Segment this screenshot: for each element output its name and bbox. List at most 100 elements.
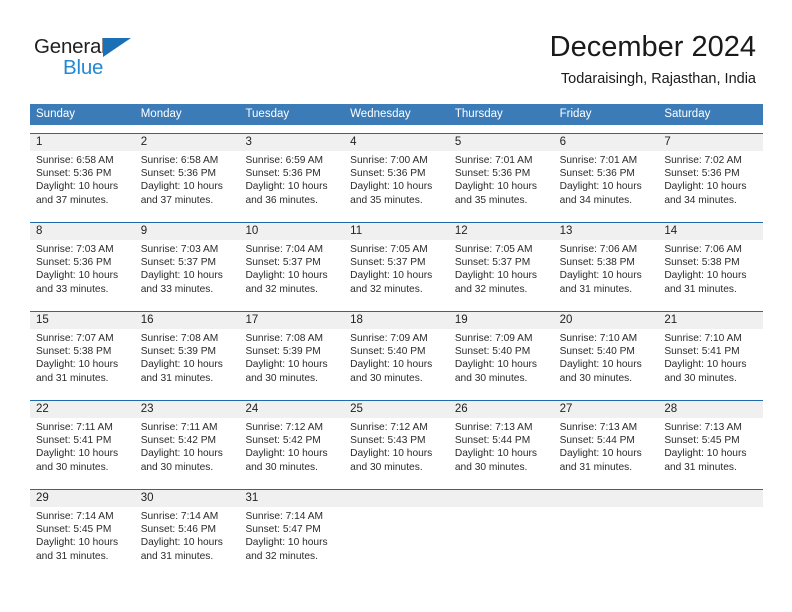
sunrise-text: Sunrise: 7:05 AM (454, 244, 533, 255)
sunrise-text: Sunrise: 7:12 AM (350, 422, 428, 433)
day-cell[interactable]: Sunrise: 7:10 AM Sunset: 5:41 PM Dayligh… (658, 329, 763, 392)
day-cell[interactable]: Sunrise: 7:11 AM Sunset: 5:41 PM Dayligh… (30, 418, 135, 481)
daylight-text-cont: and 31 minutes. (664, 461, 737, 473)
day-cell[interactable]: Sunrise: 7:14 AM Sunset: 5:46 PM Dayligh… (135, 507, 240, 570)
day-number[interactable]: 4 (344, 134, 449, 151)
day-number[interactable]: 8 (30, 223, 135, 240)
day-number[interactable]: 11 (344, 223, 449, 240)
day-cell-empty (658, 507, 763, 570)
sunset-text: Sunset: 5:41 PM (664, 346, 740, 358)
daylight-text-cont: and 30 minutes. (664, 372, 737, 384)
day-cell[interactable]: Sunrise: 6:58 AM Sunset: 5:36 PM Dayligh… (30, 151, 135, 214)
day-cell[interactable]: Sunrise: 7:11 AM Sunset: 5:42 PM Dayligh… (135, 418, 240, 481)
day-number[interactable]: 5 (449, 134, 554, 151)
day-cell[interactable]: Sunrise: 7:09 AM Sunset: 5:40 PM Dayligh… (344, 329, 449, 392)
sunset-text: Sunset: 5:37 PM (140, 257, 217, 269)
day-number[interactable]: 18 (344, 312, 449, 329)
day-number[interactable]: 20 (554, 312, 659, 329)
day-number[interactable]: 12 (449, 223, 554, 240)
general-blue-logo[interactable]: General Blue (34, 36, 144, 84)
day-cell[interactable]: Sunrise: 7:02 AM Sunset: 5:36 PM Dayligh… (658, 151, 763, 214)
day-cell[interactable]: Sunrise: 7:03 AM Sunset: 5:36 PM Dayligh… (30, 240, 135, 303)
day-cell[interactable]: Sunrise: 7:13 AM Sunset: 5:44 PM Dayligh… (449, 418, 554, 481)
day-number[interactable]: 29 (30, 490, 135, 507)
calendar-page: General Blue December 2024 Todaraisingh,… (0, 0, 792, 612)
day-cell[interactable]: Sunrise: 7:10 AM Sunset: 5:40 PM Dayligh… (554, 329, 659, 392)
daylight-text-cont: and 30 minutes. (245, 461, 318, 473)
day-number[interactable]: 30 (135, 490, 240, 507)
daylight-text: Daylight: 10 hours (245, 270, 328, 282)
day-number[interactable]: 14 (658, 223, 763, 240)
day-cell-empty (344, 507, 449, 570)
daylight-text-cont: and 31 minutes. (559, 283, 633, 295)
day-number[interactable]: 7 (658, 134, 763, 151)
day-number[interactable]: 24 (239, 401, 344, 418)
day-cell[interactable]: Sunrise: 7:08 AM Sunset: 5:39 PM Dayligh… (239, 329, 344, 392)
sunset-text: Sunset: 5:38 PM (36, 346, 112, 358)
day-number[interactable]: 23 (135, 401, 240, 418)
day-cell[interactable]: Sunrise: 7:04 AM Sunset: 5:37 PM Dayligh… (239, 240, 344, 303)
day-number[interactable]: 19 (449, 312, 554, 329)
day-cell[interactable]: Sunrise: 7:00 AM Sunset: 5:36 PM Dayligh… (344, 151, 449, 214)
day-cell[interactable]: Sunrise: 7:01 AM Sunset: 5:36 PM Dayligh… (449, 151, 554, 214)
day-cell[interactable]: Sunrise: 6:58 AM Sunset: 5:36 PM Dayligh… (135, 151, 240, 214)
day-cell[interactable]: Sunrise: 7:12 AM Sunset: 5:42 PM Dayligh… (239, 418, 344, 481)
day-cell[interactable]: Sunrise: 7:05 AM Sunset: 5:37 PM Dayligh… (344, 240, 449, 303)
day-number[interactable]: 22 (30, 401, 135, 418)
sunset-text: Sunset: 5:44 PM (559, 435, 635, 447)
day-number[interactable]: 13 (554, 223, 659, 240)
day-number[interactable]: 10 (239, 223, 344, 240)
day-cell[interactable]: Sunrise: 7:01 AM Sunset: 5:36 PM Dayligh… (554, 151, 659, 214)
sunrise-text: Sunrise: 7:06 AM (559, 244, 638, 255)
day-number[interactable]: 3 (239, 134, 344, 151)
sunrise-text: Sunrise: 7:13 AM (454, 422, 533, 433)
day-number[interactable]: 15 (30, 312, 135, 329)
day-number[interactable]: 26 (449, 401, 554, 418)
day-number[interactable]: 27 (554, 401, 659, 418)
day-cell[interactable]: Sunrise: 7:09 AM Sunset: 5:40 PM Dayligh… (449, 329, 554, 392)
day-number[interactable]: 17 (239, 312, 344, 329)
sunset-text: Sunset: 5:47 PM (245, 524, 321, 536)
sunset-text: Sunset: 5:36 PM (140, 168, 217, 180)
day-number[interactable]: 16 (135, 312, 240, 329)
day-number[interactable]: 6 (554, 134, 659, 151)
daylight-text: Daylight: 10 hours (36, 181, 119, 193)
daylight-text: Daylight: 10 hours (245, 537, 328, 549)
sunset-text: Sunset: 5:43 PM (350, 435, 426, 447)
day-cell[interactable]: Sunrise: 7:07 AM Sunset: 5:38 PM Dayligh… (30, 329, 135, 392)
day-number[interactable]: 1 (30, 134, 135, 151)
day-number[interactable]: 21 (658, 312, 763, 329)
day-cell[interactable]: Sunrise: 7:06 AM Sunset: 5:38 PM Dayligh… (658, 240, 763, 303)
day-cell[interactable]: Sunrise: 7:12 AM Sunset: 5:43 PM Dayligh… (344, 418, 449, 481)
sunset-text: Sunset: 5:36 PM (664, 168, 740, 180)
daylight-text-cont: and 31 minutes. (140, 372, 214, 384)
day-cell[interactable]: Sunrise: 7:13 AM Sunset: 5:44 PM Dayligh… (554, 418, 659, 481)
day-cell[interactable]: Sunrise: 7:06 AM Sunset: 5:38 PM Dayligh… (554, 240, 659, 303)
day-cell[interactable]: Sunrise: 7:05 AM Sunset: 5:37 PM Dayligh… (449, 240, 554, 303)
day-number-empty (554, 490, 659, 507)
day-cell[interactable]: Sunrise: 7:14 AM Sunset: 5:47 PM Dayligh… (239, 507, 344, 570)
day-number[interactable]: 25 (344, 401, 449, 418)
day-number[interactable]: 31 (239, 490, 344, 507)
sunrise-text: Sunrise: 7:12 AM (245, 422, 324, 433)
day-cell[interactable]: Sunrise: 7:08 AM Sunset: 5:39 PM Dayligh… (135, 329, 240, 392)
daylight-text: Daylight: 10 hours (140, 448, 223, 460)
day-cell[interactable]: Sunrise: 6:59 AM Sunset: 5:36 PM Dayligh… (239, 151, 344, 214)
daylight-text-cont: and 30 minutes. (559, 372, 633, 384)
day-cell[interactable]: Sunrise: 7:13 AM Sunset: 5:45 PM Dayligh… (658, 418, 763, 481)
sunset-text: Sunset: 5:41 PM (36, 435, 112, 447)
day-number-band: 15 16 17 18 19 20 21 (30, 312, 763, 329)
day-number[interactable]: 28 (658, 401, 763, 418)
day-cell[interactable]: Sunrise: 7:14 AM Sunset: 5:45 PM Dayligh… (30, 507, 135, 570)
daylight-text: Daylight: 10 hours (245, 181, 328, 193)
day-number[interactable]: 2 (135, 134, 240, 151)
daylight-text: Daylight: 10 hours (454, 270, 537, 282)
daylight-text: Daylight: 10 hours (350, 181, 433, 193)
day-number[interactable]: 9 (135, 223, 240, 240)
daylight-text: Daylight: 10 hours (664, 448, 747, 460)
sunrise-text: Sunrise: 6:58 AM (36, 155, 114, 166)
day-cell[interactable]: Sunrise: 7:03 AM Sunset: 5:37 PM Dayligh… (135, 240, 240, 303)
daylight-text: Daylight: 10 hours (664, 359, 747, 371)
sunrise-text: Sunrise: 6:59 AM (245, 155, 324, 166)
day-number-band: 1 2 3 4 5 6 7 (30, 134, 763, 151)
